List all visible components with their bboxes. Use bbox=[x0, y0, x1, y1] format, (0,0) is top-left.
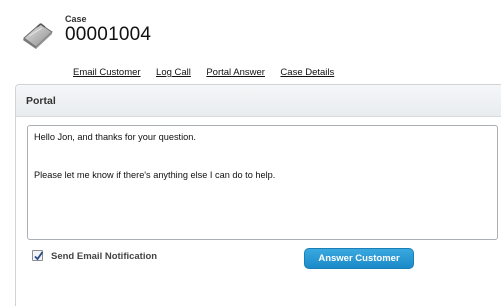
tab-email-customer[interactable]: Email Customer bbox=[73, 67, 141, 78]
checkmark-icon bbox=[34, 251, 44, 261]
tab-portal-answer[interactable]: Portal Answer bbox=[206, 67, 265, 78]
send-email-notification-label: Send Email Notification bbox=[51, 251, 158, 262]
tab-case-details[interactable]: Case Details bbox=[280, 67, 334, 78]
answer-customer-button[interactable]: Answer Customer bbox=[304, 248, 414, 269]
tab-log-call[interactable]: Log Call bbox=[156, 67, 191, 78]
object-type-label: Case bbox=[65, 14, 87, 24]
portal-answer-textarea[interactable]: Hello Jon, and thanks for your question.… bbox=[27, 125, 498, 240]
send-email-notification-checkbox[interactable] bbox=[32, 250, 44, 261]
record-header: Case 00001004 bbox=[20, 14, 480, 54]
portal-panel: Portal Hello Jon, and thanks for your qu… bbox=[15, 84, 501, 306]
publisher-tabs: Email Customer Log Call Portal Answer Ca… bbox=[73, 62, 345, 78]
case-number-title: 00001004 bbox=[65, 24, 152, 45]
panel-header: Portal bbox=[16, 85, 501, 117]
message-line: Please let me know if there's anything e… bbox=[34, 170, 276, 180]
panel-title: Portal bbox=[26, 95, 56, 107]
message-line: Hello Jon, and thanks for your question. bbox=[34, 132, 196, 142]
case-briefcase-icon bbox=[20, 20, 56, 50]
